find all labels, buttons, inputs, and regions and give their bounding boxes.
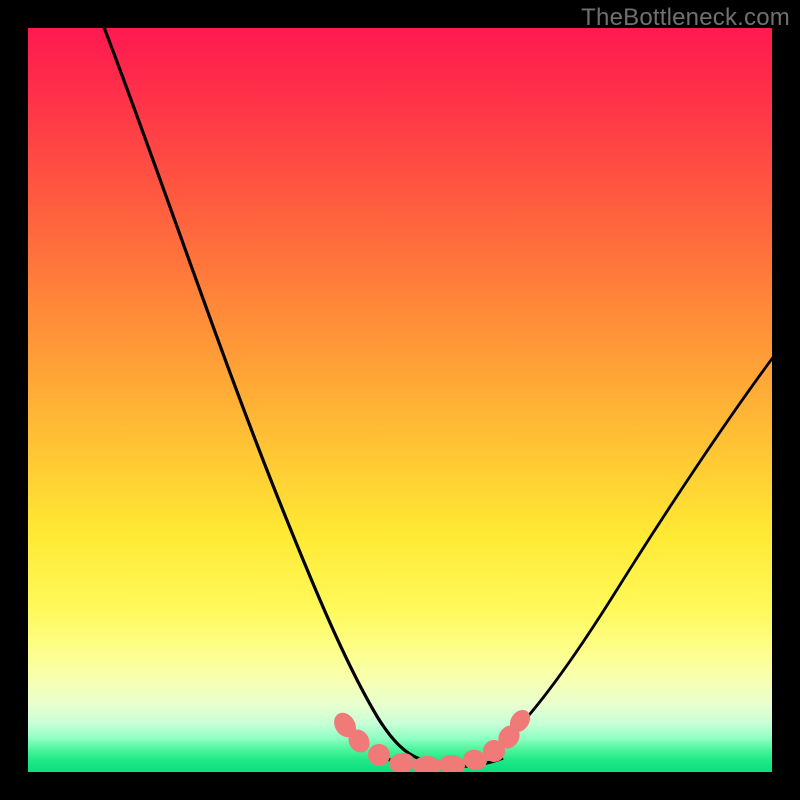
left-curve [102, 28, 420, 759]
curve-layer [28, 28, 772, 772]
chart-frame: TheBottleneck.com [0, 0, 800, 800]
watermark-text: TheBottleneck.com [581, 4, 790, 32]
plot-area [28, 28, 772, 772]
trough-markers [330, 706, 535, 772]
bottleneck-curve [102, 28, 772, 767]
right-curve [480, 356, 772, 761]
